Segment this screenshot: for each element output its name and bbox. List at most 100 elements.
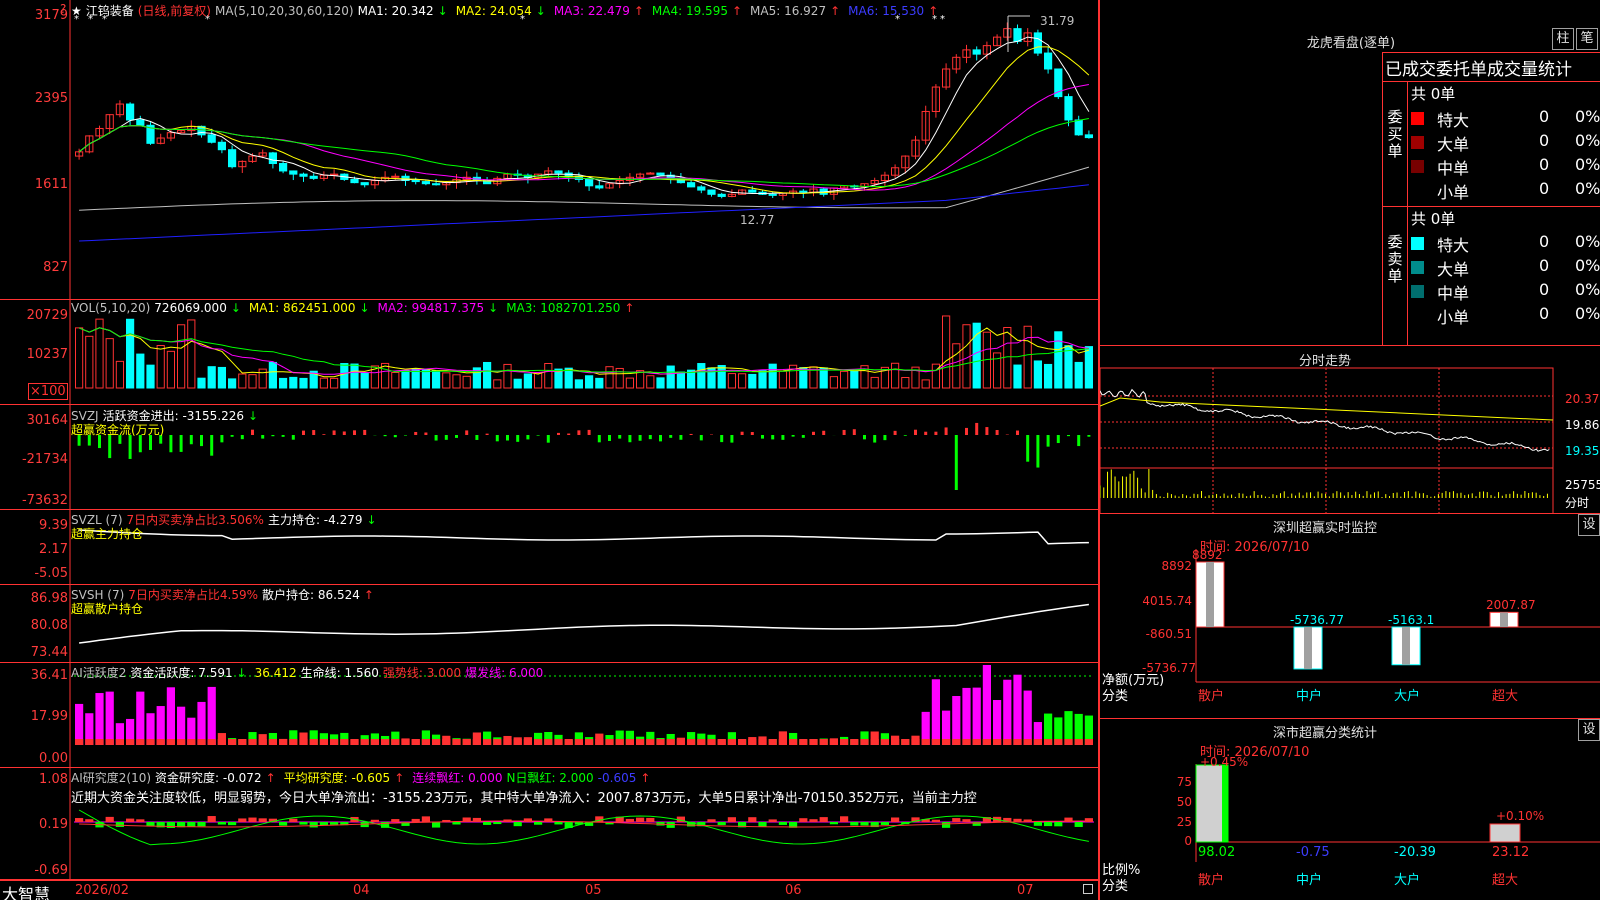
ai2-nd: N日飘红: 2.000: [506, 771, 594, 785]
candle-body: [136, 119, 145, 126]
category-label: 散户: [1198, 873, 1225, 888]
ai2-y-tick: 0.19: [39, 817, 68, 832]
category-label: 大户: [1394, 873, 1421, 888]
ma5-arrow: ↑: [830, 4, 841, 18]
ma2-line: [78, 46, 1090, 194]
vol-y-tick: 10237: [26, 347, 68, 362]
svsh-hold: 散户持仓: 86.524: [262, 588, 360, 602]
ai-active-panel[interactable]: 36.41 17.99 0.00 AI活跃度2 资金活跃度: 7.591 ↓ 36.4…: [0, 663, 1098, 768]
research-bar: [319, 822, 328, 826]
baseline-bar: [462, 739, 471, 745]
volume-bar: [217, 366, 227, 389]
net-value-label: 8892: [1192, 548, 1223, 562]
baseline-bar: [146, 739, 155, 745]
order-percent: 0%: [1575, 155, 1600, 174]
order-type: 大单: [1437, 260, 1470, 279]
volume-bar: [758, 370, 767, 389]
research-bar: [289, 818, 298, 822]
ai-research-panel[interactable]: 1.08 0.19 -0.69 AI研究度2(10) 资金研究度: -0.072 ↑…: [0, 768, 1098, 880]
svsh-panel[interactable]: 86.98 80.08 73.44 SVSH (7) 7日内买卖净占比4.59% 散…: [0, 585, 1098, 663]
activity-bar: [1013, 674, 1022, 745]
ma3-arrow: ↑: [633, 4, 644, 18]
vol-name: VOL(5,10,20): [71, 301, 151, 315]
ma1-arrow: ↓: [437, 4, 448, 18]
ma2-arrow: ↓: [535, 4, 546, 18]
research-bar: [299, 822, 308, 825]
baseline-bar: [411, 739, 420, 745]
baseline-bar: [360, 739, 369, 745]
vol-arrow: ↓: [230, 301, 241, 315]
volume-bar: [574, 379, 583, 389]
baseline-bar: [370, 739, 379, 745]
sz-monitor-panel[interactable]: 深圳超赢实时监控 设 时间: 2026/07/10 8892 4015.74 -…: [1100, 513, 1600, 718]
order-side-label: 委卖单: [1387, 233, 1403, 285]
date-axis[interactable]: 大智慧 2026/02 04 05 06 07: [0, 880, 1098, 900]
intraday-y-tick: 19.35: [1565, 444, 1600, 458]
baseline-bar: [279, 739, 288, 745]
research-bar: [483, 822, 492, 825]
svzl-hold: 主力持仓: -4.279: [267, 513, 363, 527]
activity-bar: [207, 686, 216, 745]
order-side-label: 委买单: [1387, 108, 1403, 160]
baseline-bar: [442, 739, 451, 745]
help-icon[interactable]: ?: [60, 2, 66, 16]
period-mode[interactable]: (日线,前复权): [138, 4, 211, 18]
bar-view-button[interactable]: 柱: [1552, 28, 1574, 50]
research-bar: [636, 817, 645, 822]
candle-body: [1044, 52, 1053, 70]
candle-body: [585, 178, 594, 187]
volume-bar: [289, 376, 298, 389]
baseline-bar: [574, 739, 583, 745]
baseline-bar: [880, 739, 889, 745]
volume-bar: [493, 379, 502, 389]
svzl-panel[interactable]: 9.39 2.17 -5.05 SVZL (7) 7日内买卖净占比3.506% 主力…: [0, 510, 1098, 585]
research-bar: [238, 818, 247, 822]
vol-ma1: MA1: 862451.000: [248, 301, 356, 315]
intraday-chart[interactable]: [1100, 346, 1600, 514]
research-bar: [819, 817, 828, 822]
svzl-arrow: ↓: [366, 513, 377, 527]
color-swatch: [1411, 112, 1424, 125]
baseline-bar: [523, 739, 532, 745]
tick-view-button[interactable]: 笔: [1576, 28, 1598, 50]
category-label: 中户: [1296, 873, 1323, 888]
vol-ma2: MA2: 994817.375: [377, 301, 485, 315]
baseline-bar: [401, 739, 410, 745]
stock-name[interactable]: 江钨装备: [86, 4, 134, 18]
svzj-panel[interactable]: 30164 -21734 -73632 SVZJ 活跃资金进出: -3155.22…: [0, 405, 1098, 510]
research-bar: [534, 822, 543, 825]
research-bar: [258, 818, 267, 822]
star-icon[interactable]: ★: [71, 4, 82, 18]
price-chart[interactable]: * * * * * * * *: [0, 0, 1098, 300]
order-count: 0: [1539, 155, 1550, 174]
research-bar: [207, 816, 216, 822]
price-header: ★ 江钨装备 (日线,前复权) MA(5,10,20,30,60,120) MA1: 2…: [71, 2, 946, 19]
activity-bar: [982, 665, 991, 745]
baseline-bar: [136, 739, 145, 745]
volume-bar: [146, 364, 155, 389]
research-bar: [391, 819, 400, 822]
research-bar: [1074, 822, 1083, 827]
volume-bar: [136, 353, 145, 389]
lock-icon[interactable]: [1083, 884, 1093, 894]
sz-classify-panel[interactable]: 深市超赢分类统计 设 时间: 2026/07/10 75 50 25 0 比例%…: [1100, 718, 1600, 900]
research-bar: [799, 818, 808, 822]
candle-body: [207, 134, 216, 143]
ma6-line: [79, 184, 1089, 242]
brand-logo: 大智慧: [2, 885, 51, 900]
volume-bar: [1013, 364, 1022, 389]
vol-ma-line: [78, 327, 1089, 375]
volume-chart[interactable]: [0, 300, 1098, 405]
order-row: 特大 0 0%: [1411, 232, 1600, 255]
intraday-panel[interactable]: 分时走势 20.37 19.86 19.35 25755 分时: [1100, 345, 1600, 514]
volume-panel[interactable]: 20729 10237 ×100 VOL(5,10,20) 726069.000 ↓…: [0, 300, 1098, 405]
volume-bar: [340, 363, 349, 389]
order-row: 小单 0 0%: [1411, 304, 1600, 327]
svsh-y-tick: 80.08: [30, 618, 68, 633]
baseline-bar: [666, 739, 675, 745]
volume-bar: [391, 372, 400, 389]
date-label: 07: [1017, 883, 1034, 898]
price-panel[interactable]: * * * * * * * * 3179 2395 1611 827 ? ★ 江钨装备 (日线,前…: [0, 0, 1098, 300]
research-bar: [809, 819, 818, 822]
activity-bar: [931, 679, 940, 745]
